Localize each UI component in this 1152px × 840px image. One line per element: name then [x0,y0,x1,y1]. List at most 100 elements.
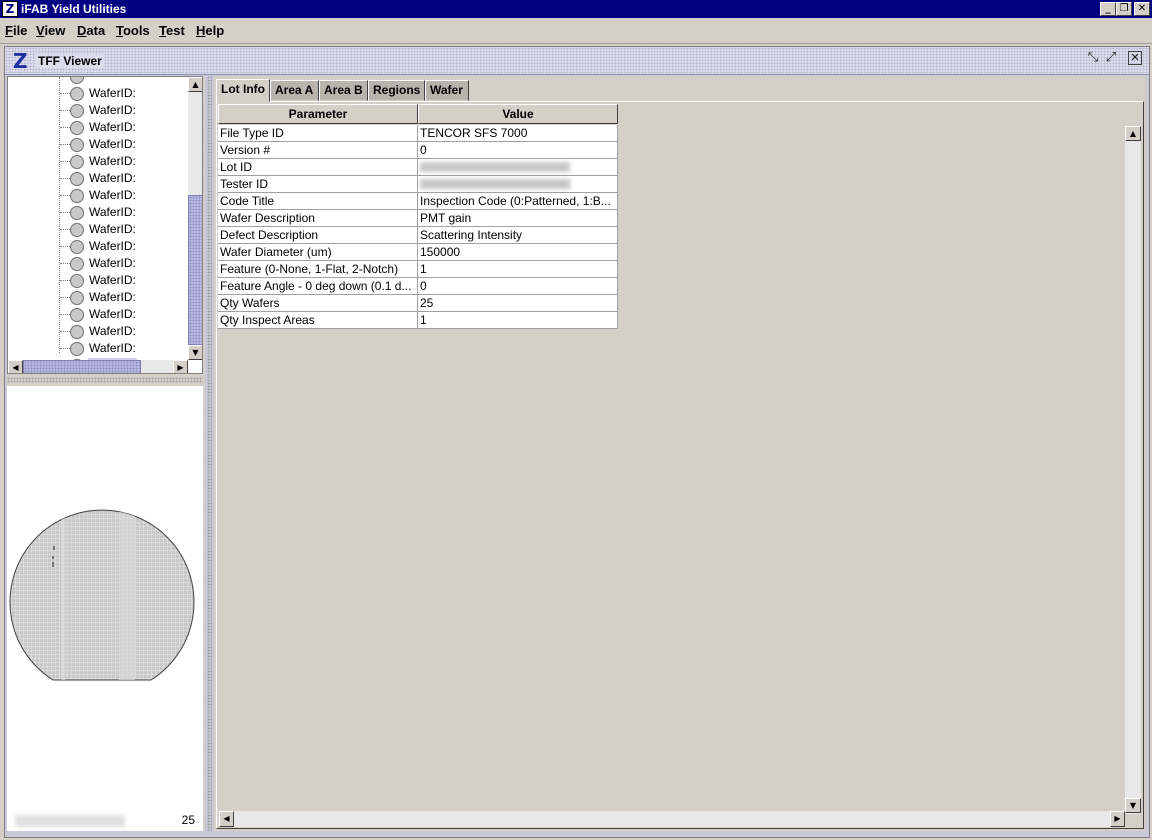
header-parameter[interactable]: Parameter [218,104,418,124]
scroll-up-icon[interactable]: ▲ [1125,126,1141,141]
table-cell-value[interactable]: PMT gain [418,210,618,227]
horizontal-splitter[interactable] [7,377,203,383]
close-icon[interactable]: ✕ [1128,51,1142,65]
wafer-icon [70,257,84,271]
tree-hscroll-thumb[interactable] [23,360,141,373]
table-cell-parameter[interactable]: Feature (0-None, 1-Flat, 2-Notch) [218,261,418,278]
tree-item-label: WaferID: [89,239,136,253]
table-cell-parameter[interactable]: Feature Angle - 0 deg down (0.1 d... [218,278,418,295]
tab-wafer[interactable]: Wafer [425,80,469,101]
close-button[interactable]: ✕ [1134,2,1150,16]
tree-item-wafer[interactable]: WaferID: [8,136,188,153]
tree-item-wafer[interactable]: WaferID: [8,255,188,272]
scroll-up-icon[interactable]: ▲ [188,77,202,92]
tree-item-wafer[interactable]: WaferID: [8,170,188,187]
menu-data[interactable]: Data [77,23,105,38]
wafer-tree[interactable]: WaferID: WaferID: WaferID: WaferID: WaferID:… [7,76,203,374]
frame-title-bar[interactable]: Z TFF Viewer ⤡ ⤢ ✕ [5,47,1149,75]
wafer-outline [9,509,195,681]
table-cell-value[interactable]: Inspection Code (0:Patterned, 1:B... [418,193,618,210]
table-cell-parameter[interactable]: Wafer Diameter (um) [218,244,418,261]
tree-item-wafer[interactable]: WaferID: [8,221,188,238]
tab-lot-info[interactable]: Lot Info [216,79,270,102]
tree-horizontal-scrollbar[interactable]: ◀ ▶ [8,360,188,373]
tree-item-wafer[interactable]: WaferID: [8,204,188,221]
table-cell-parameter[interactable]: Wafer Description [218,210,418,227]
table-horizontal-scrollbar[interactable]: ◀ ▶ [219,811,1125,827]
menu-tools[interactable]: Tools [116,23,150,38]
table-cell-parameter[interactable]: Qty Inspect Areas [218,312,418,329]
tree-item-label: WaferID: [89,341,136,355]
table-vertical-scrollbar[interactable]: ▲ ▼ [1125,126,1141,814]
window-title: iFAB Yield Utilities [21,2,127,16]
tree-item-wafer[interactable]: WaferID: [8,187,188,204]
menu-file[interactable]: File [5,23,27,38]
tree-item-wafer[interactable]: WaferID: [8,272,188,289]
scroll-down-icon[interactable]: ▼ [1125,798,1141,813]
table-cell-parameter[interactable]: File Type ID [218,125,418,142]
menu-view[interactable]: View [36,23,65,38]
wafer-icon [70,172,84,186]
header-value[interactable]: Value [418,104,618,124]
restore-button[interactable]: ❐ [1116,2,1132,16]
table-cell-parameter[interactable]: Defect Description [218,227,418,244]
wafer-icon [70,77,84,84]
table-cell-value[interactable]: 150000 [418,244,618,261]
scroll-left-icon[interactable]: ◀ [219,811,234,827]
tree-item-wafer[interactable]: WaferID: [8,340,188,357]
tree-item-wafer[interactable]: WaferID: [8,85,188,102]
tree-vscroll-thumb[interactable] [188,195,202,345]
menu-help[interactable]: Help [196,23,224,38]
table-cell-parameter[interactable]: Tester ID [218,176,418,193]
minimize-icon[interactable]: ⤡ [1085,51,1101,67]
table-cell-value[interactable]: 25 [418,295,618,312]
table-cell-value[interactable]: 1 [418,312,618,329]
table-cell-value[interactable] [418,159,618,176]
tree-item-wafer[interactable]: WaferID: [8,306,188,323]
tab-area-a[interactable]: Area A [270,80,319,101]
app-z-icon: Z [2,1,18,17]
z-logo-icon: Z [13,49,28,73]
tree-item-wafer[interactable]: WaferID: [8,238,188,255]
table-cell-value[interactable]: 0 [418,278,618,295]
table-cell-parameter[interactable]: Qty Wafers [218,295,418,312]
tab-area-b[interactable]: Area B [319,80,368,101]
maximize-icon[interactable]: ⤢ [1103,51,1119,67]
minimize-button[interactable]: _ [1100,2,1116,16]
table-cell-parameter[interactable]: Code Title [218,193,418,210]
redacted-value [420,179,570,189]
menu-test[interactable]: Test [159,23,185,38]
wafer-icon [70,308,84,322]
tree-item-wafer[interactable]: WaferID: [8,119,188,136]
tree-vertical-scrollbar[interactable]: ▲ ▼ [188,77,202,360]
table-cell-value[interactable]: 0 [418,142,618,159]
wafer-icon [70,291,84,305]
wafer-count: 25 [181,813,195,827]
scroll-left-icon[interactable]: ◀ [8,360,23,373]
table-cell-value[interactable] [418,176,618,193]
table-cell-parameter[interactable]: Lot ID [218,159,418,176]
table-cell-value[interactable]: Scattering Intensity [418,227,618,244]
tree-item-wafer[interactable]: WaferID: [8,102,188,119]
left-pane: WaferID: WaferID: WaferID: WaferID: WaferID:… [7,76,205,831]
lot-info-panel: Parameter Value File Type ID TENCOR SFS 7… [216,101,1144,829]
tree-item-wafer[interactable]: WaferID: [8,323,188,340]
wafer-icon [70,206,84,220]
tree-item-partial[interactable] [8,77,188,85]
tree-item-label: WaferID: [89,154,136,168]
table-cell-parameter[interactable]: Version # [218,142,418,159]
scroll-down-icon[interactable]: ▼ [188,345,202,360]
scroll-right-icon[interactable]: ▶ [1110,811,1125,827]
table-cell-value[interactable]: TENCOR SFS 7000 [418,125,618,142]
scroll-right-icon[interactable]: ▶ [173,360,188,373]
vertical-splitter[interactable] [207,76,212,831]
tree-item-label: WaferID: [89,324,136,338]
tree-item-wafer[interactable]: WaferID: [8,289,188,306]
wafer-icon [70,342,84,356]
tree-item-wafer[interactable]: WaferID: [8,153,188,170]
table-cell-value[interactable]: 1 [418,261,618,278]
tab-regions[interactable]: Regions [368,80,425,101]
title-bar: Z iFAB Yield Utilities _ ❐ ✕ [0,0,1152,18]
right-pane: Lot Info Area A Area B Regions Wafer Par… [214,76,1146,831]
tree-item-label: WaferID: [89,171,136,185]
